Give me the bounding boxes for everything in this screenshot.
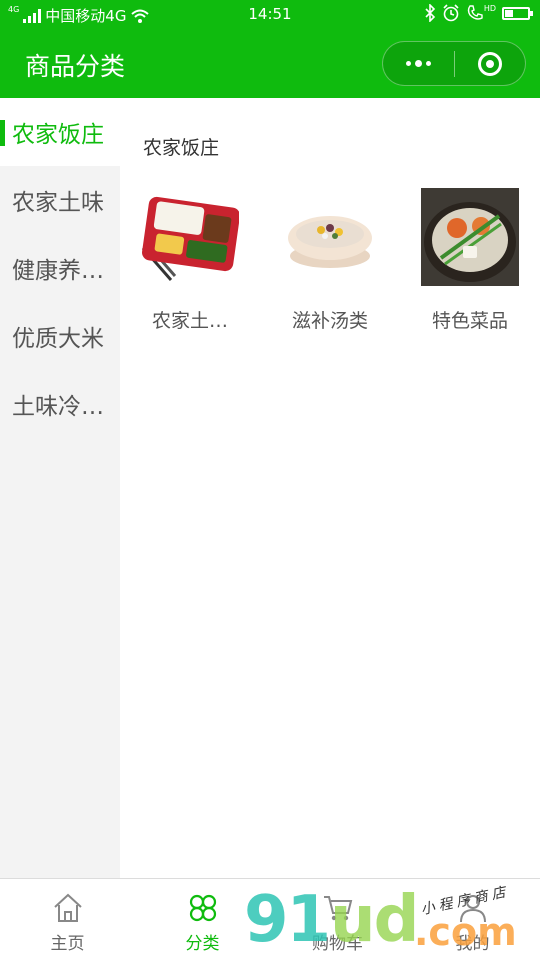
home-icon: [53, 893, 82, 922]
product-label: 特色菜品: [431, 310, 508, 332]
product-card[interactable]: 农家土…: [120, 188, 260, 333]
tab-label: 分类: [185, 934, 220, 954]
battery-icon: [502, 6, 533, 20]
hd-label: HD: [483, 4, 496, 13]
sidebar-item-youzhi-dami[interactable]: 优质大米: [0, 302, 120, 370]
crab-pot-image: [421, 188, 519, 286]
sidebar-item-label: 优质大米: [12, 326, 104, 352]
tab-bar: 主页 分类 购物车 我的: [0, 878, 540, 960]
category-icon: [189, 894, 216, 922]
sidebar-item-jiankang-yang[interactable]: 健康养…: [0, 234, 120, 302]
user-icon: [459, 895, 486, 923]
section-title: 农家饭庄: [143, 137, 220, 159]
sidebar-item-label: 农家土味: [12, 190, 104, 216]
sidebar-item-label: 土味冷…: [12, 394, 104, 420]
product-grid: 农家土… 滋补汤类 特色菜品: [120, 188, 540, 333]
tab-home[interactable]: 主页: [0, 879, 135, 960]
phone-icon: [467, 5, 483, 20]
cart-icon: [323, 896, 352, 921]
tab-label: 我的: [455, 934, 490, 954]
more-dots-icon: [405, 60, 431, 67]
soup-bowl-image: [281, 188, 379, 286]
close-miniprogram-button[interactable]: [455, 42, 526, 85]
alarm-icon: [443, 4, 459, 22]
status-right: HD: [424, 4, 533, 22]
sidebar-item-nongjia-tuwei[interactable]: 农家土味: [0, 166, 120, 234]
tab-label: 购物车: [312, 934, 363, 954]
app-root: 4G 中国移动4G 14:51 HD 商品分类 农家饭庄 农家土味 健康养… 优…: [0, 0, 540, 960]
tab-cart[interactable]: 购物车: [270, 879, 405, 960]
target-icon: [477, 51, 502, 76]
nav-bar: 商品分类: [0, 30, 540, 98]
product-card[interactable]: 特色菜品: [400, 188, 540, 333]
category-sidebar: 农家饭庄 农家土味 健康养… 优质大米 土味冷…: [0, 98, 120, 878]
sidebar-item-tuwei-leng[interactable]: 土味冷…: [0, 370, 120, 438]
category-content: 农家饭庄 农家土… 滋补汤类 特色菜品: [120, 98, 540, 878]
tab-label: 主页: [50, 934, 85, 954]
bluetooth-icon: [425, 4, 435, 22]
product-card[interactable]: 滋补汤类: [260, 188, 400, 333]
page-title: 商品分类: [25, 52, 126, 81]
sidebar-item-label: 农家饭庄: [12, 122, 104, 148]
tab-mine[interactable]: 我的: [405, 879, 540, 960]
tab-category[interactable]: 分类: [135, 879, 270, 960]
bento-box-image: [141, 188, 239, 286]
sidebar-item-nongjia-fanzhuang[interactable]: 农家饭庄: [0, 98, 120, 166]
product-label: 滋补汤类: [291, 310, 368, 332]
more-button[interactable]: [383, 42, 454, 85]
miniprogram-capsule: [382, 41, 526, 86]
sidebar-item-label: 健康养…: [12, 258, 104, 284]
product-label: 农家土…: [151, 310, 228, 332]
status-bar: 4G 中国移动4G 14:51 HD: [0, 0, 540, 30]
